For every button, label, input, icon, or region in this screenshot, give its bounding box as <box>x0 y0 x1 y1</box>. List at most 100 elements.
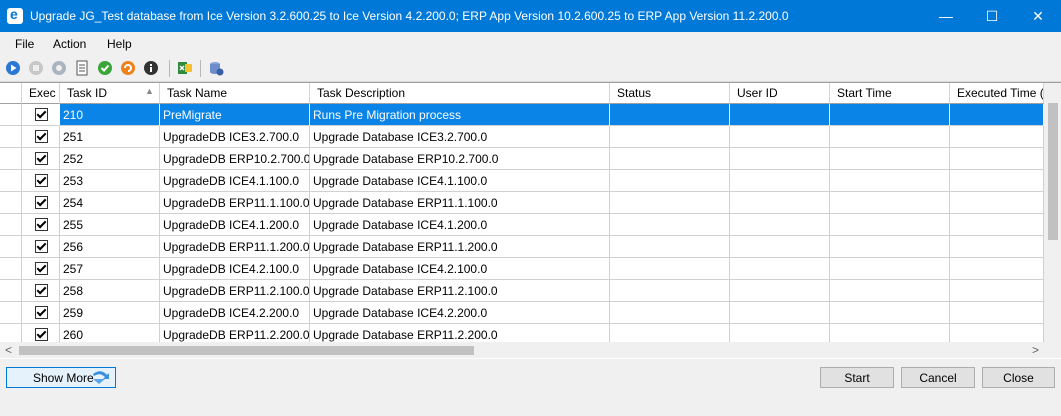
cell-task-name[interactable]: UpgradeDB ERP11.1.100.0 <box>160 192 310 214</box>
cell-task-name[interactable]: UpgradeDB ICE4.2.100.0 <box>160 258 310 280</box>
column-header-user-id[interactable]: User ID <box>730 83 830 104</box>
cell-start-time[interactable] <box>830 148 950 170</box>
cell-status[interactable] <box>610 302 730 324</box>
cell-start-time[interactable] <box>830 280 950 302</box>
menu-help[interactable]: Help <box>107 37 132 51</box>
cell-task-id[interactable]: 258 <box>60 280 160 302</box>
cell-task-name[interactable]: PreMigrate <box>160 104 310 126</box>
cell-executed-time[interactable] <box>950 280 1044 302</box>
vertical-scrollbar[interactable] <box>1044 83 1061 343</box>
cell-status[interactable] <box>610 170 730 192</box>
cell-executed-time[interactable] <box>950 170 1044 192</box>
cell-task-id[interactable]: 252 <box>60 148 160 170</box>
cell-executed-time[interactable] <box>950 126 1044 148</box>
cell-user-id[interactable] <box>730 148 830 170</box>
cell-start-time[interactable] <box>830 192 950 214</box>
cell-task-description[interactable]: Upgrade Database ICE4.2.200.0 <box>310 302 610 324</box>
scroll-left-arrow[interactable]: < <box>5 343 12 357</box>
exec-checkbox[interactable] <box>35 240 48 253</box>
exec-checkbox[interactable] <box>35 130 48 143</box>
horizontal-scrollbar[interactable]: < > <box>0 342 1061 359</box>
cell-user-id[interactable] <box>730 104 830 126</box>
cell-task-id[interactable]: 255 <box>60 214 160 236</box>
refresh-icon[interactable] <box>120 60 136 76</box>
cell-task-description[interactable]: Runs Pre Migration process <box>310 104 610 126</box>
cell-user-id[interactable] <box>730 258 830 280</box>
cell-task-id[interactable]: 257 <box>60 258 160 280</box>
cell-start-time[interactable] <box>830 214 950 236</box>
cell-task-id[interactable]: 259 <box>60 302 160 324</box>
cell-status[interactable] <box>610 192 730 214</box>
cell-executed-time[interactable] <box>950 302 1044 324</box>
cell-start-time[interactable] <box>830 302 950 324</box>
row-selector[interactable] <box>0 104 22 126</box>
scroll-right-arrow[interactable]: > <box>1032 343 1039 357</box>
row-selector[interactable] <box>0 192 22 214</box>
cancel-button[interactable]: Cancel <box>901 367 975 388</box>
row-selector[interactable] <box>0 258 22 280</box>
cell-user-id[interactable] <box>730 192 830 214</box>
cell-executed-time[interactable] <box>950 236 1044 258</box>
row-selector[interactable] <box>0 170 22 192</box>
maximize-button[interactable]: ☐ <box>969 0 1015 32</box>
cell-task-description[interactable]: Upgrade Database ERP11.1.200.0 <box>310 236 610 258</box>
row-selector[interactable] <box>0 236 22 258</box>
cell-executed-time[interactable] <box>950 258 1044 280</box>
cell-status[interactable] <box>610 280 730 302</box>
cell-start-time[interactable] <box>830 104 950 126</box>
document-icon[interactable] <box>74 60 90 76</box>
close-window-button[interactable]: ✕ <box>1015 0 1061 32</box>
stop-icon[interactable] <box>28 60 44 76</box>
cell-start-time[interactable] <box>830 258 950 280</box>
start-button[interactable]: Start <box>820 367 894 388</box>
cell-task-description[interactable]: Upgrade Database ERP11.1.100.0 <box>310 192 610 214</box>
exec-checkbox[interactable] <box>35 152 48 165</box>
cell-task-description[interactable]: Upgrade Database ICE3.2.700.0 <box>310 126 610 148</box>
cell-start-time[interactable] <box>830 236 950 258</box>
column-header-task-name[interactable]: Task Name <box>160 83 310 104</box>
cell-user-id[interactable] <box>730 236 830 258</box>
exec-checkbox[interactable] <box>35 306 48 319</box>
cell-task-description[interactable]: Upgrade Database ICE4.1.200.0 <box>310 214 610 236</box>
vertical-scroll-thumb[interactable] <box>1048 103 1058 240</box>
cell-task-name[interactable]: UpgradeDB ICE4.2.200.0 <box>160 302 310 324</box>
exec-checkbox[interactable] <box>35 196 48 209</box>
column-header-executed-time[interactable]: Executed Time (M <box>950 83 1044 104</box>
cell-task-name[interactable]: UpgradeDB ICE4.1.100.0 <box>160 170 310 192</box>
export-icon[interactable] <box>177 60 193 76</box>
cell-executed-time[interactable] <box>950 214 1044 236</box>
horizontal-scroll-thumb[interactable] <box>19 346 474 355</box>
cell-task-id[interactable]: 254 <box>60 192 160 214</box>
menu-file[interactable]: File <box>15 37 34 51</box>
cell-task-description[interactable]: Upgrade Database ICE4.1.100.0 <box>310 170 610 192</box>
cell-task-name[interactable]: UpgradeDB ERP10.2.700.0 <box>160 148 310 170</box>
cell-task-name[interactable]: UpgradeDB ICE3.2.700.0 <box>160 126 310 148</box>
cell-status[interactable] <box>610 126 730 148</box>
cell-executed-time[interactable] <box>950 148 1044 170</box>
row-selector[interactable] <box>0 280 22 302</box>
row-selector[interactable] <box>0 148 22 170</box>
cell-task-id[interactable]: 210 <box>60 104 160 126</box>
menu-action[interactable]: Action <box>53 37 86 51</box>
cell-task-id[interactable]: 256 <box>60 236 160 258</box>
database-icon[interactable] <box>208 60 224 76</box>
show-more-button[interactable]: Show More <box>6 367 116 388</box>
cell-user-id[interactable] <box>730 302 830 324</box>
info-icon[interactable] <box>143 60 159 76</box>
cell-user-id[interactable] <box>730 170 830 192</box>
column-header-task-id[interactable]: Task ID ▲ <box>60 83 160 104</box>
check-icon[interactable] <box>97 60 113 76</box>
cell-user-id[interactable] <box>730 280 830 302</box>
cell-task-description[interactable]: Upgrade Database ERP10.2.700.0 <box>310 148 610 170</box>
cell-task-name[interactable]: UpgradeDB ERP11.1.200.0 <box>160 236 310 258</box>
exec-checkbox[interactable] <box>35 218 48 231</box>
cell-status[interactable] <box>610 214 730 236</box>
cell-task-description[interactable]: Upgrade Database ERP11.2.100.0 <box>310 280 610 302</box>
exec-checkbox[interactable] <box>35 328 48 341</box>
column-header-start-time[interactable]: Start Time <box>830 83 950 104</box>
cell-user-id[interactable] <box>730 214 830 236</box>
play-icon[interactable] <box>5 60 21 76</box>
settings-gear-icon[interactable] <box>51 60 67 76</box>
column-header-exec[interactable]: Exec <box>22 83 60 104</box>
exec-checkbox[interactable] <box>35 108 48 121</box>
